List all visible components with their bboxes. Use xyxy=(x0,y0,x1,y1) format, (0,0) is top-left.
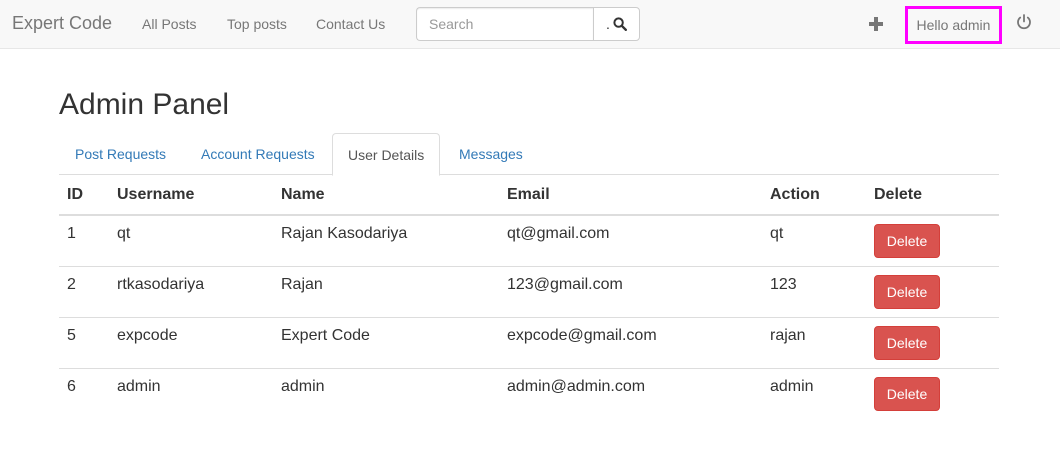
cell-username: admin xyxy=(109,367,273,419)
cell-action: admin xyxy=(762,367,866,419)
cell-action: 123 xyxy=(762,265,866,317)
cell-name: Rajan Kasodariya xyxy=(281,225,408,242)
cell-action: qt xyxy=(770,225,784,242)
tab-messages[interactable]: Messages xyxy=(443,133,539,175)
cell-delete: Delete xyxy=(866,265,999,317)
tab-post-requests[interactable]: Post Requests xyxy=(59,133,182,175)
nav-link-contact-us[interactable]: Contact Us xyxy=(316,16,385,32)
cell-name: Expert Code xyxy=(273,316,499,368)
cell-id: 2 xyxy=(59,265,109,317)
cell-delete: Delete xyxy=(866,316,999,368)
nav-link-all-posts[interactable]: All Posts xyxy=(142,16,196,32)
column-header-id: ID xyxy=(59,175,109,216)
column-header-email: Email xyxy=(499,175,762,216)
cell-name: Rajan xyxy=(273,265,499,317)
cell-delete: Delete xyxy=(866,367,999,419)
cell-username: expcode xyxy=(109,316,273,368)
cell-username: rtkasodariya xyxy=(109,265,273,317)
search-icon xyxy=(613,17,627,31)
delete-button[interactable]: Delete xyxy=(874,376,940,411)
cell-email: expcode@gmail.com xyxy=(499,316,762,368)
user-details-table: ID Username Name Email Action Delete 1 q… xyxy=(59,175,999,419)
plus-icon[interactable] xyxy=(866,14,886,34)
column-header-action: Action xyxy=(762,175,866,216)
cell-email: 123@gmail.com xyxy=(499,265,762,317)
tab-user-details[interactable]: User Details xyxy=(332,133,441,176)
table-row: 2 rtkasodariya Rajan 123@gmail.com 123 D… xyxy=(59,265,999,317)
power-icon[interactable] xyxy=(1015,13,1033,31)
page-title: Admin Panel xyxy=(59,88,230,121)
cell-email: qt@gmail.com xyxy=(507,225,610,242)
search-input[interactable] xyxy=(416,7,593,41)
cell-id: 1 xyxy=(67,225,76,242)
navbar: Expert Code All Posts Top posts Contact … xyxy=(0,0,1060,49)
nav-link-top-posts[interactable]: Top posts xyxy=(227,16,287,32)
column-header-name: Name xyxy=(273,175,499,216)
cell-delete: Delete xyxy=(866,215,999,266)
user-greeting[interactable]: Hello admin xyxy=(905,6,1002,44)
cell-id: 6 xyxy=(59,367,109,419)
user-greeting-label: Hello admin xyxy=(916,17,991,33)
admin-tabs: Post Requests Account Requests User Deta… xyxy=(59,133,999,176)
brand-link[interactable]: Expert Code xyxy=(12,13,112,34)
cell-action: rajan xyxy=(762,316,866,368)
table-row: 1 qt Rajan Kasodariya qt@gmail.com qt De… xyxy=(59,215,999,266)
search-button-dot: . xyxy=(606,16,610,32)
delete-button[interactable]: Delete xyxy=(874,224,940,258)
column-header-delete: Delete xyxy=(866,175,999,216)
table-row: 5 expcode Expert Code expcode@gmail.com … xyxy=(59,316,999,368)
cell-name: admin xyxy=(273,367,499,419)
search-button[interactable]: . xyxy=(593,7,640,41)
cell-username: qt xyxy=(117,225,131,242)
cell-id: 5 xyxy=(59,316,109,368)
column-header-username: Username xyxy=(109,175,273,216)
delete-button[interactable]: Delete xyxy=(874,274,940,309)
search-form: . xyxy=(416,7,640,41)
table-header-row: ID Username Name Email Action Delete xyxy=(59,175,999,216)
tab-account-requests[interactable]: Account Requests xyxy=(185,133,331,175)
delete-button[interactable]: Delete xyxy=(874,325,940,360)
cell-email: admin@admin.com xyxy=(499,367,762,419)
table-row: 6 admin admin admin@admin.com admin Dele… xyxy=(59,367,999,419)
